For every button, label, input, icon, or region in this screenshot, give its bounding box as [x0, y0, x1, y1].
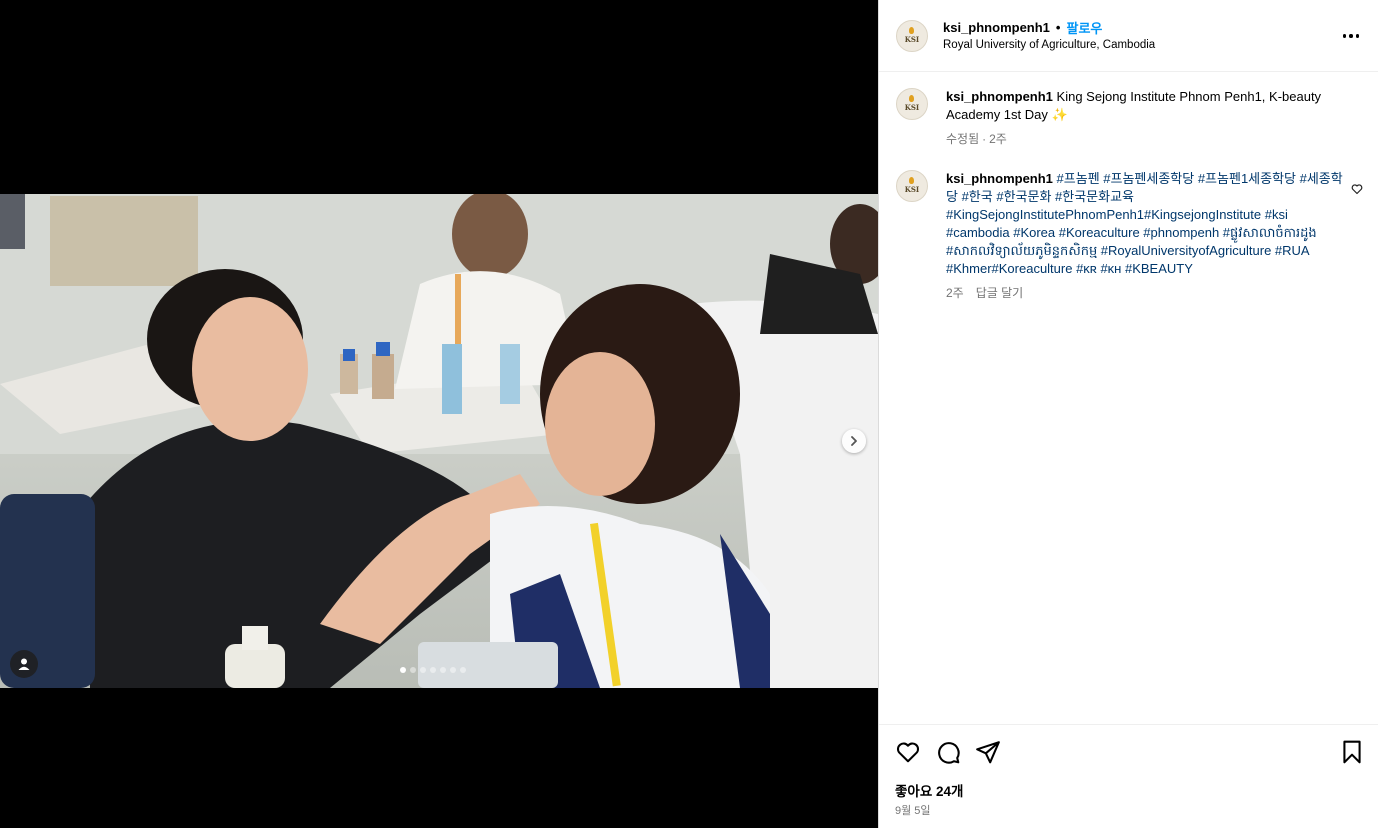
user-tag-icon: [18, 658, 30, 670]
save-button[interactable]: [1339, 739, 1365, 765]
post-photo[interactable]: [0, 194, 878, 688]
separator: •: [1055, 20, 1061, 35]
hashtag-list[interactable]: #프놈펜 #프놈펜세종학당 #프놈펜1세종학당 #세종학당 #한국 #한국문화 …: [946, 171, 1343, 276]
more-dot: [1349, 34, 1353, 38]
username-link[interactable]: ksi_phnompenh1: [943, 20, 1050, 35]
comment-meta: 2주 답글 달기: [946, 284, 1346, 302]
header-user-line: ksi_phnompenh1 • 팔로우: [943, 18, 1102, 37]
avatar-text: KSI: [904, 184, 920, 194]
avatar-flame-mark: [909, 177, 914, 184]
paper-plane-icon: [976, 741, 1000, 764]
like-button[interactable]: [895, 739, 921, 765]
follow-button[interactable]: 팔로우: [1066, 18, 1102, 37]
post-date[interactable]: 9월 5일: [895, 802, 931, 818]
reply-button[interactable]: 답글 달기: [976, 284, 1024, 302]
caption-meta: 수정됨 · 2주: [946, 130, 1346, 148]
caption-username[interactable]: ksi_phnompenh1: [946, 89, 1053, 104]
comment-username[interactable]: ksi_phnompenh1: [946, 171, 1053, 186]
avatar-text: KSI: [904, 102, 920, 112]
location-link[interactable]: Royal University of Agriculture, Cambodi…: [943, 39, 1155, 51]
edited-label: 수정됨: [946, 132, 980, 146]
avatar-text: KSI: [904, 34, 920, 44]
caption-text-line: ksi_phnompenh1 King Sejong Institute Phn…: [946, 88, 1346, 124]
avatar[interactable]: KSI: [896, 170, 928, 202]
hashtag-comment-body: ksi_phnompenh1 #프놈펜 #프놈펜세종학당 #프놈펜1세종학당 #…: [946, 170, 1346, 302]
more-dot: [1355, 34, 1360, 38]
carousel-next-button[interactable]: [842, 429, 866, 453]
carousel-dot: [400, 667, 406, 673]
comment-age[interactable]: 2주: [946, 284, 964, 302]
share-button[interactable]: [975, 739, 1001, 765]
heart-icon: [1351, 184, 1363, 195]
post-side-panel: KSI ksi_phnompenh1 • 팔로우 Royal Universit…: [878, 0, 1378, 828]
carousel-dot: [430, 667, 436, 673]
avatar[interactable]: KSI: [896, 20, 928, 52]
bookmark-icon: [1343, 740, 1361, 764]
like-count[interactable]: 좋아요 24개: [895, 780, 963, 800]
meta-separator: ·: [982, 132, 987, 146]
carousel-dot: [440, 667, 446, 673]
post-header: KSI ksi_phnompenh1 • 팔로우 Royal Universit…: [879, 0, 1378, 72]
carousel-dot: [460, 667, 466, 673]
avatar[interactable]: KSI: [896, 88, 928, 120]
comment-like-button[interactable]: [1351, 180, 1363, 199]
comment-button[interactable]: [935, 739, 961, 765]
hashtag-comment-text: ksi_phnompenh1 #프놈펜 #프놈펜세종학당 #프놈펜1세종학당 #…: [946, 170, 1346, 278]
photo-illustration: [0, 194, 878, 688]
comment-icon: [938, 742, 960, 764]
heart-icon: [896, 742, 920, 763]
avatar-flame-mark: [909, 95, 914, 102]
chevron-right-icon: [851, 436, 857, 446]
tagged-users-button[interactable]: [10, 650, 38, 678]
avatar-flame-mark: [909, 27, 914, 34]
more-horizontal-icon: [1342, 34, 1347, 38]
media-panel: [0, 0, 878, 828]
action-bar: 좋아요 24개 9월 5일: [879, 724, 1378, 828]
caption-age[interactable]: 2주: [989, 130, 1007, 148]
more-options-button[interactable]: [1339, 26, 1363, 46]
caption-body: ksi_phnompenh1 King Sejong Institute Phn…: [946, 88, 1346, 148]
carousel-dot: [420, 667, 426, 673]
carousel-dot: [410, 667, 416, 673]
carousel-dot: [450, 667, 456, 673]
carousel-indicator: [400, 667, 466, 673]
